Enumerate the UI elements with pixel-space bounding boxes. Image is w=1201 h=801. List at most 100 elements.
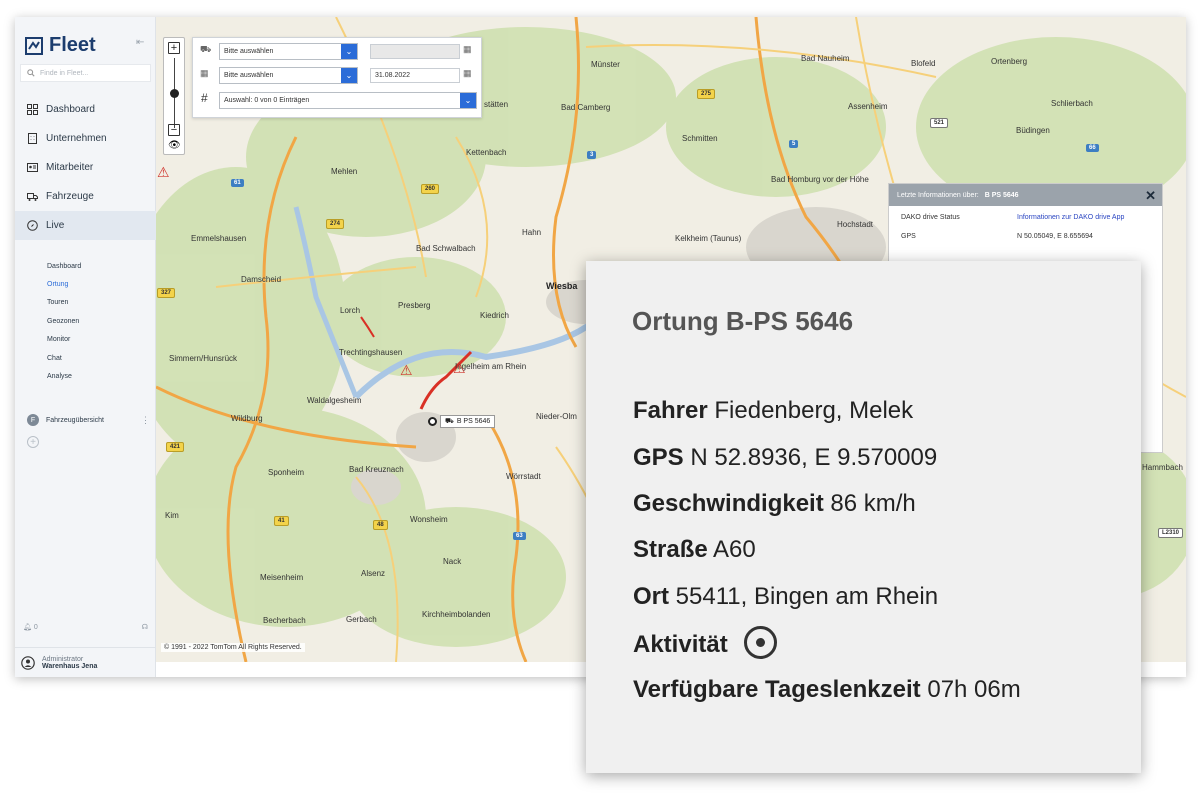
calendar-icon[interactable]: ▦: [463, 68, 472, 79]
truck-icon: [27, 193, 38, 201]
nav-item-unternehmen[interactable]: Unternehmen: [15, 124, 156, 153]
map-label: Bad Camberg: [561, 103, 611, 112]
map-label: Alsenz: [361, 569, 386, 578]
road-shield: 275: [697, 89, 716, 99]
nav-item-mitarbeiter[interactable]: Mitarbeiter: [15, 153, 156, 182]
road-shield: 327: [157, 288, 176, 298]
search-field[interactable]: Finde in Fleet...: [20, 64, 151, 82]
map-label: stätten: [484, 100, 509, 109]
vehicle-plate: B PS 5646: [456, 418, 491, 425]
card-value: 55411, Bingen am Rhein: [675, 583, 939, 610]
map-label: Büdingen: [1016, 126, 1050, 135]
add-favorite-button[interactable]: +: [27, 436, 39, 448]
start-date-field[interactable]: [370, 44, 460, 59]
calendar-icon: ▦: [200, 68, 209, 78]
hash-icon: #: [201, 91, 208, 105]
map-label: Nieder-Olm: [536, 412, 577, 421]
calendar-icon[interactable]: ▦: [463, 44, 472, 55]
nav-item-live[interactable]: Live: [15, 211, 156, 240]
card-row-driving-time: Verfügbare Tageslenkzeit 07h 06m: [633, 676, 1021, 704]
traffic-warning-icon[interactable]: ⚠: [157, 164, 170, 181]
subnav-monitor[interactable]: Monitor: [47, 331, 81, 349]
activity-driving-icon: [744, 626, 778, 659]
main-nav: Dashboard Unternehmen Mitarbeiter Fahrze…: [15, 95, 156, 240]
map-label: Bad Kreuznach: [349, 465, 404, 474]
subnav-dashboard[interactable]: Dashboard: [47, 257, 81, 275]
map-label: Schlierbach: [1051, 99, 1093, 108]
card-label: Fahrer: [633, 397, 708, 424]
zoom-in-button[interactable]: +: [168, 42, 180, 54]
id-card-icon: [27, 163, 38, 172]
truck-icon: ⛟: [445, 418, 454, 425]
map-label: Mehlen: [331, 167, 358, 176]
more-options-icon[interactable]: ⋮: [141, 415, 150, 426]
nav-label: Mitarbeiter: [46, 162, 94, 173]
subnav-geozonen[interactable]: Geozonen: [47, 312, 81, 330]
compass-icon: [27, 220, 38, 231]
chevron-down-icon: ⌄: [341, 68, 357, 83]
card-label: Verfügbare Tageslenkzeit: [633, 676, 921, 703]
subnav-ortung[interactable]: Ortung: [47, 275, 81, 293]
user-role: Administrator: [42, 655, 84, 663]
dako-info-link[interactable]: Informationen zur DAKO drive App: [1017, 214, 1124, 221]
zoom-out-button[interactable]: −: [168, 124, 180, 136]
road-shield: 48: [373, 520, 388, 530]
map-label: Hammbach: [1142, 463, 1183, 472]
subnav-analyse[interactable]: Analyse: [47, 367, 81, 385]
card-title: Ortung B-PS 5646: [632, 306, 854, 336]
map-label: Münster: [591, 60, 620, 69]
vehicle-marker[interactable]: ⛟ B PS 5646: [428, 415, 496, 428]
eye-icon[interactable]: 👁︎: [168, 140, 181, 151]
road-shield: 61: [231, 179, 244, 187]
map-label: Damscheid: [241, 275, 282, 284]
map-label: Trechtingshausen: [339, 348, 403, 357]
map-label: Assenheim: [848, 102, 888, 111]
notification-count: 0: [33, 624, 38, 631]
nav-label: Live: [46, 220, 65, 231]
dashboard-icon: [27, 104, 38, 115]
traffic-warning-icon[interactable]: ⚠: [453, 360, 466, 377]
map-label: Bad Homburg vor der Höhe: [771, 175, 869, 184]
app-logo[interactable]: Fleet: [25, 34, 96, 57]
map-label: Bad Schwalbach: [416, 244, 476, 253]
card-value: 07h 06m: [927, 676, 1021, 703]
map-label: Nack: [443, 557, 462, 566]
support-icon[interactable]: ☊: [142, 623, 148, 631]
user-name: Warenhaus Jena: [42, 662, 98, 670]
subnav-chat[interactable]: Chat: [47, 349, 81, 367]
road-shield: 3: [587, 151, 597, 159]
info-row: DAKO drive Status Informationen zur DAKO…: [889, 206, 1162, 225]
nav-item-dashboard[interactable]: Dashboard: [15, 95, 156, 124]
map-label: Bad Nauheim: [801, 54, 850, 63]
card-label: Geschwindigkeit: [633, 490, 824, 517]
user-avatar-icon: [21, 655, 35, 670]
subnav-touren[interactable]: Touren: [47, 294, 81, 312]
map-label: Becherbach: [263, 616, 306, 625]
user-profile[interactable]: Administrator Warenhaus Jena: [15, 647, 156, 677]
collapse-sidebar-icon[interactable]: ⇤: [136, 37, 144, 48]
selection-select[interactable]: Auswahl: 0 von 0 Einträgen ⌄: [219, 92, 477, 109]
favorite-fahrzeuguebersicht[interactable]: F Fahrzeugübersicht: [27, 414, 104, 426]
traffic-warning-icon[interactable]: ⚠: [400, 362, 413, 379]
nav-label: Fahrzeuge: [46, 191, 94, 202]
close-icon[interactable]: ✕: [1145, 188, 1156, 204]
fleet-logo-icon: [25, 36, 43, 55]
zoom-slider-handle[interactable]: [170, 89, 179, 98]
date-field[interactable]: 31.08.2022: [370, 68, 460, 83]
info-panel-header: Letzte Informationen über: B PS 5646 ✕: [889, 184, 1162, 206]
date-value: 31.08.2022: [375, 72, 411, 79]
map-label: Kelkheim (Taunus): [675, 234, 742, 243]
notifications[interactable]: 🔔︎ 0: [23, 623, 38, 631]
map-label: Lorch: [340, 306, 361, 315]
period-select[interactable]: Bitte auswählen ⌄: [219, 67, 358, 84]
card-value: Fiedenberg, Melek: [714, 397, 914, 424]
building-icon: [28, 133, 37, 144]
favorite-label: Fahrzeugübersicht: [46, 416, 104, 424]
vehicle-position-icon: [428, 417, 437, 426]
map-label: Blofeld: [911, 59, 936, 68]
map-label: Schmitten: [682, 134, 718, 143]
vehicle-select[interactable]: Bitte auswählen ⌄: [219, 43, 358, 60]
nav-item-fahrzeuge[interactable]: Fahrzeuge: [15, 182, 156, 211]
map-label: Gerbach: [346, 615, 377, 624]
nav-label: Unternehmen: [46, 133, 107, 144]
